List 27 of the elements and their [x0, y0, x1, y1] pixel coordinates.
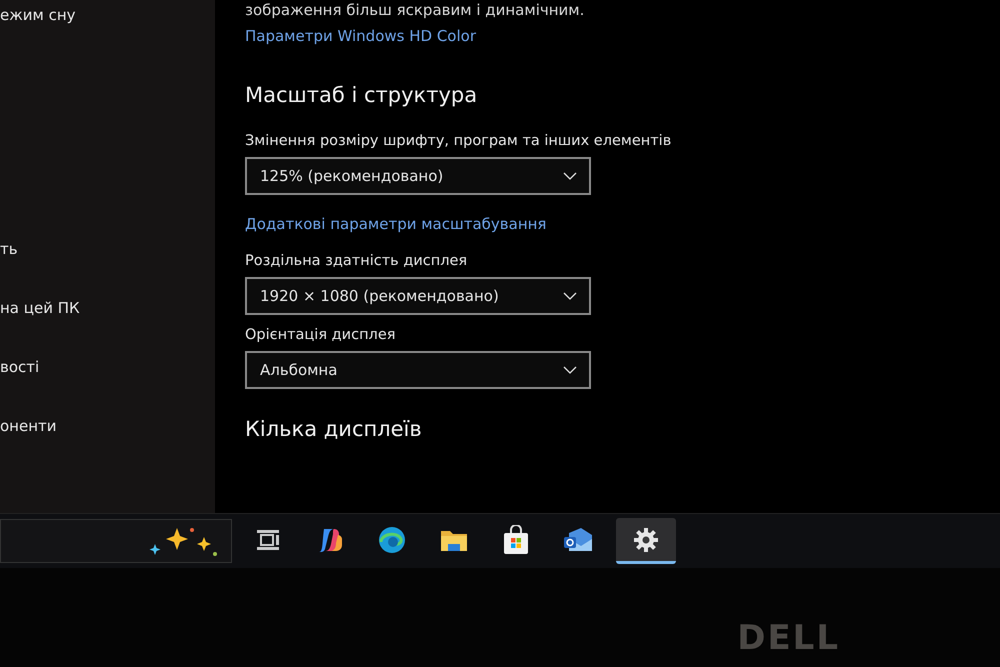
dropdown[interactable]: Альбомна	[245, 351, 591, 389]
setting-label: Роздільна здатність дисплея	[245, 253, 468, 269]
gear-icon	[633, 526, 659, 553]
envelope-icon	[563, 526, 593, 553]
task-view-icon	[256, 528, 280, 551]
dropdown[interactable]: 125% (рекомендовано)	[245, 157, 591, 195]
setting-label: Змінення розміру шрифту, програм та інших елементів	[245, 133, 672, 149]
section-title: Масштаб і структура	[245, 83, 478, 107]
sidebar-item[interactable]: вості	[0, 356, 215, 378]
sidebar-item[interactable]: оненти	[0, 415, 215, 437]
chevron-down-icon	[563, 292, 577, 300]
search-field[interactable]	[0, 519, 232, 564]
setting-label: Орієнтація дисплея	[245, 327, 396, 343]
shopping-bag-icon	[502, 524, 530, 555]
description-text: зображення більш яскравим і динамічним.	[245, 1, 584, 19]
section-title: Кілька дисплеїв	[245, 417, 422, 441]
chevron-down-icon	[563, 172, 577, 180]
taskbar-button[interactable]	[616, 518, 676, 564]
bezel-logo: DELL	[737, 618, 840, 658]
sidebar-item[interactable]: на цей ПК	[0, 297, 215, 319]
browser-swirl-icon	[378, 526, 406, 554]
scaling-link[interactable]: Додаткові параметри масштабування	[245, 215, 546, 233]
hd-color-link[interactable]: Параметри Windows HD Color	[245, 27, 476, 45]
dropdown[interactable]: 1920 × 1080 (рекомендовано)	[245, 277, 591, 315]
sidebar-item[interactable]: ть	[0, 238, 215, 260]
sidebar-item[interactable]: ежим сну	[0, 4, 215, 26]
chevron-down-icon	[563, 366, 577, 374]
